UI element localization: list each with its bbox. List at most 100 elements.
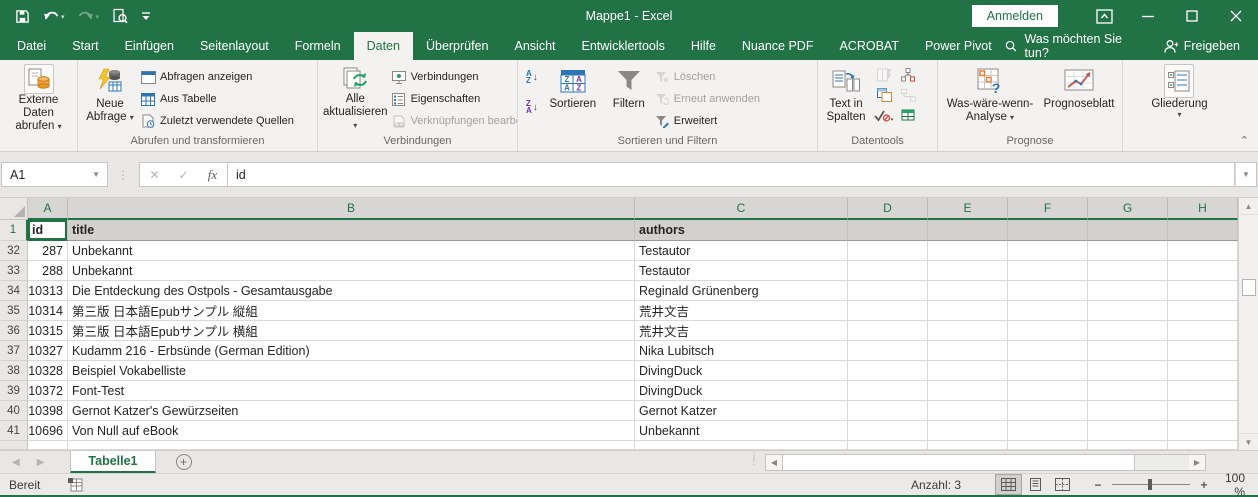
cell-F33[interactable] [1008,261,1088,281]
cell-E36[interactable] [928,321,1008,341]
cell-A1[interactable]: id [28,220,68,241]
cell-B35[interactable]: 第三版 日本語Epubサンプル 縦組 [68,301,635,321]
row-header-32[interactable]: 32 [0,241,28,261]
new-sheet-icon[interactable]: + [175,454,192,470]
column-header-c[interactable]: C [635,198,848,220]
cell-C35[interactable]: 荒井文吉 [635,301,848,321]
normal-view-button[interactable] [995,474,1022,495]
tab--berpr-fen[interactable]: Überprüfen [413,32,502,60]
maximize-button[interactable] [1170,0,1214,32]
cell-D39[interactable] [848,381,928,401]
was-waere-wenn-analyse-button[interactable]: ? Was-wäre-wenn- Analyse ▾ [941,63,1039,133]
tabstrip-splitter[interactable]: ⋮ ⋮ [749,452,759,467]
name-box-dropdown-icon[interactable]: ▼ [92,170,107,179]
cell-C33[interactable]: Testautor [635,261,848,281]
cell-E39[interactable] [928,381,1008,401]
cell-G39[interactable] [1088,381,1168,401]
tab-hilfe[interactable]: Hilfe [678,32,729,60]
horizontal-scroll-thumb[interactable] [782,455,1135,470]
abfragen-anzeigen-button[interactable]: Abfragen anzeigen [140,67,294,87]
cell-B40[interactable]: Gernot Katzer's Gewürzseiten [68,401,635,421]
cell-A36[interactable]: 10315 [28,321,68,341]
cell-C34[interactable]: Reginald Grünenberg [635,281,848,301]
cell-D1[interactable] [848,220,928,241]
cell-A-partial[interactable] [28,441,68,450]
gliederung-button[interactable]: Gliederung ▾ [1148,63,1210,133]
cell-G33[interactable] [1088,261,1168,281]
cell-D38[interactable] [848,361,928,381]
cell-E35[interactable] [928,301,1008,321]
horizontal-scrollbar[interactable]: ◀ ▶ [765,454,1206,471]
zuletzt-verwendete-quellen-button[interactable]: Zuletzt verwendete Quellen [140,111,294,131]
cell-E38[interactable] [928,361,1008,381]
cell-C36[interactable]: 荒井文吉 [635,321,848,341]
row-header-38[interactable]: 38 [0,361,28,381]
cell-E40[interactable] [928,401,1008,421]
record-macro-icon[interactable] [68,477,83,492]
save-icon[interactable] [15,9,30,24]
scroll-left-icon[interactable]: ◀ [766,455,782,470]
cell-D33[interactable] [848,261,928,281]
cell-A35[interactable]: 10314 [28,301,68,321]
select-all-corner[interactable] [0,198,28,220]
cell-C41[interactable]: Unbekannt [635,421,848,441]
cell-H37[interactable] [1168,341,1238,361]
zoom-out-icon[interactable]: − [1090,478,1106,492]
cell-E1[interactable] [928,220,1008,241]
tab-ansicht[interactable]: Ansicht [502,32,569,60]
tab-einf-gen[interactable]: Einfügen [112,32,187,60]
minimize-button[interactable] [1126,0,1170,32]
text-in-spalten-button[interactable]: Text in Spalten [820,63,872,133]
cell-H34[interactable] [1168,281,1238,301]
page-break-preview-button[interactable] [1049,474,1076,495]
scroll-up-icon[interactable]: ▲ [1239,198,1258,215]
cell-D-partial[interactable] [848,441,928,450]
share-button[interactable]: Freigeben [1164,39,1240,54]
cell-G40[interactable] [1088,401,1168,421]
customize-qat-icon[interactable] [141,10,151,22]
row-header-partial[interactable] [0,441,28,450]
cell-H32[interactable] [1168,241,1238,261]
cell-B41[interactable]: Von Null auf eBook [68,421,635,441]
cell-E37[interactable] [928,341,1008,361]
cell-B-partial[interactable] [68,441,635,450]
cell-D40[interactable] [848,401,928,421]
cell-G35[interactable] [1088,301,1168,321]
cell-F38[interactable] [1008,361,1088,381]
cell-B36[interactable]: 第三版 日本語Epubサンプル 横組 [68,321,635,341]
row-header-41[interactable]: 41 [0,421,28,441]
cell-F35[interactable] [1008,301,1088,321]
cell-D41[interactable] [848,421,928,441]
tab-nuance-pdf[interactable]: Nuance PDF [729,32,827,60]
zoom-slider-thumb[interactable] [1148,479,1152,490]
cell-F39[interactable] [1008,381,1088,401]
scroll-right-icon[interactable]: ▶ [1189,455,1205,470]
erweitert-button[interactable]: Erweitert [654,111,760,131]
cell-G-partial[interactable] [1088,441,1168,450]
row-header-35[interactable]: 35 [0,301,28,321]
cell-E34[interactable] [928,281,1008,301]
cell-H38[interactable] [1168,361,1238,381]
vertical-scrollbar[interactable]: ▲ ▼ [1238,198,1258,450]
cell-C38[interactable]: DivingDuck [635,361,848,381]
sort-ascending-button[interactable]: A Z ↓ [526,67,538,87]
cell-C1[interactable]: authors [635,220,848,241]
formula-bar-splitter[interactable]: ⋮ [108,168,139,182]
column-header-f[interactable]: F [1008,198,1088,220]
tab-entwicklertools[interactable]: Entwicklertools [569,32,678,60]
row-header-40[interactable]: 40 [0,401,28,421]
column-header-b[interactable]: B [68,198,635,220]
cell-A38[interactable]: 10328 [28,361,68,381]
neue-abfrage-button[interactable]: Neue Abfrage ▾ [80,63,140,133]
sign-in-button[interactable]: Anmelden [971,5,1058,27]
cell-D35[interactable] [848,301,928,321]
tab-formeln[interactable]: Formeln [282,32,354,60]
cell-D36[interactable] [848,321,928,341]
cell-C32[interactable]: Testautor [635,241,848,261]
datenmodell-verwalten-icon[interactable] [900,107,916,123]
row-header-1[interactable]: 1 [0,220,28,241]
cell-A34[interactable]: 10313 [28,281,68,301]
vertical-scroll-thumb[interactable] [1241,279,1256,296]
tab-seitenlayout[interactable]: Seitenlayout [187,32,282,60]
insert-function-icon[interactable]: fx [198,167,227,183]
